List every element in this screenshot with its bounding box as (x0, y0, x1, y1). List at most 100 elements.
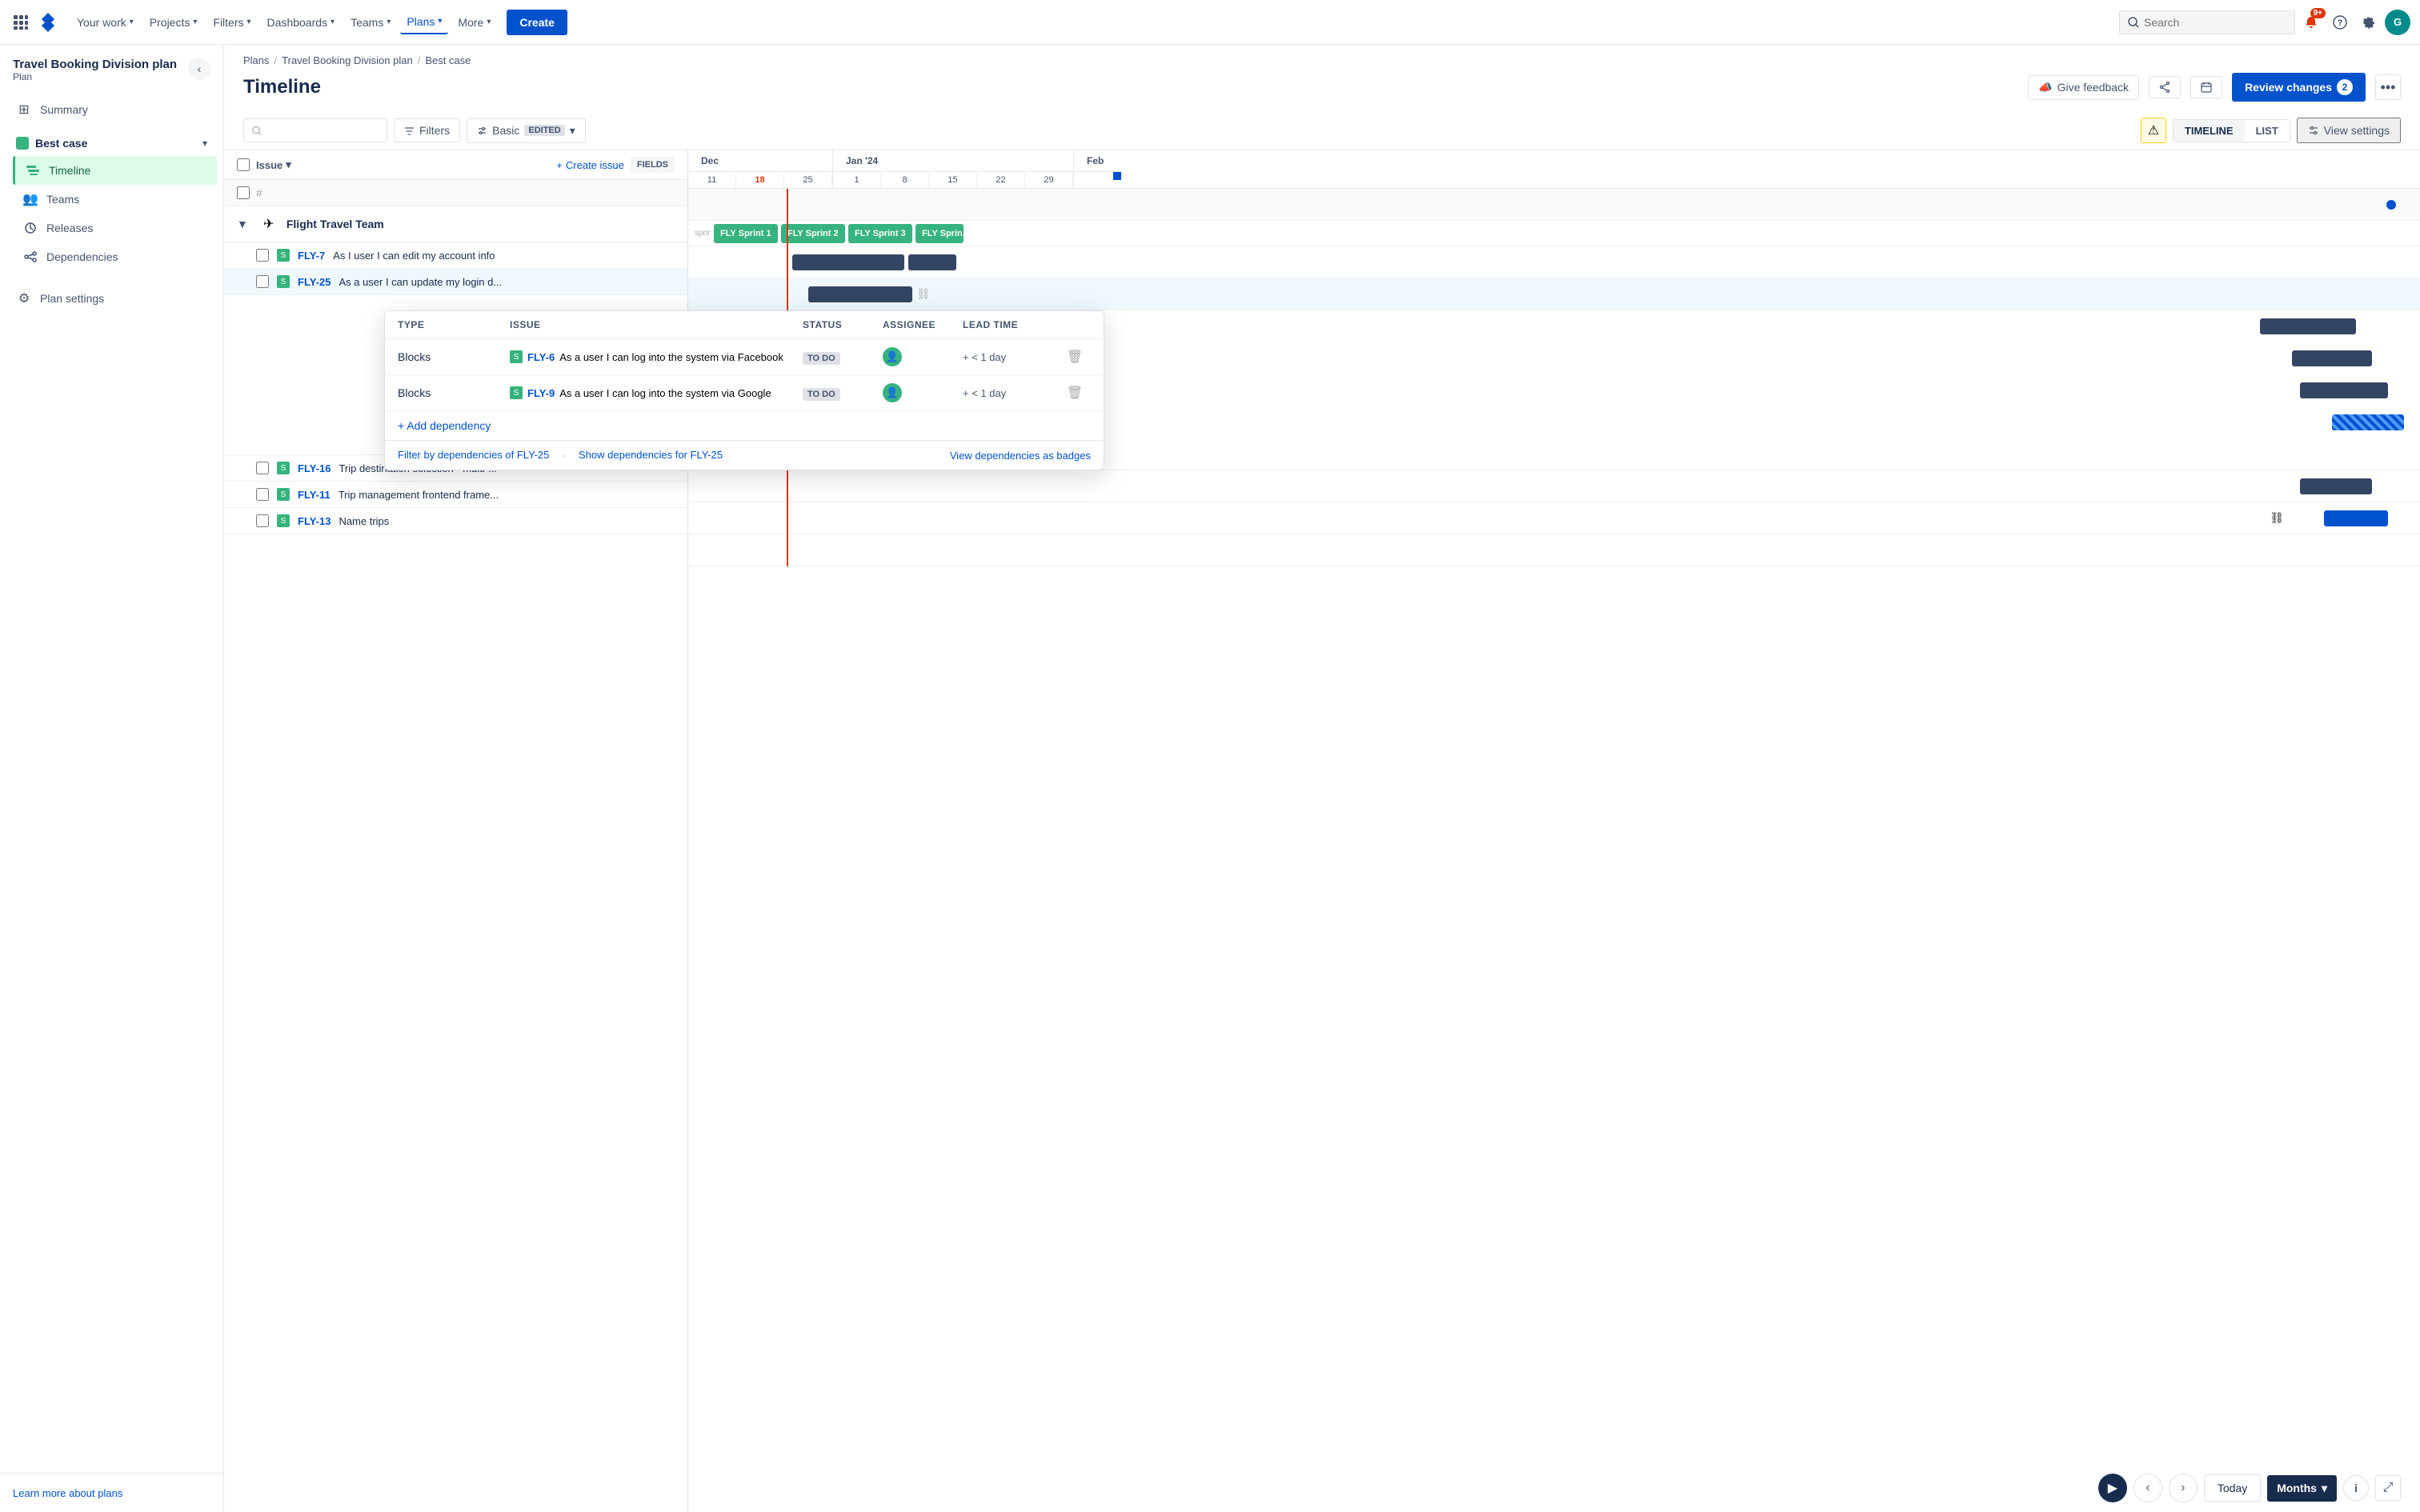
notifications-button[interactable]: 9+ (2298, 10, 2324, 35)
prev-button[interactable]: ‹ (2134, 1474, 2162, 1502)
list-view-button[interactable]: LIST (2245, 120, 2290, 142)
hash-checkbox[interactable] (237, 186, 250, 199)
view-dependencies-badges-link[interactable]: View dependencies as badges (950, 450, 1091, 462)
issue-row[interactable]: S FLY-11 Trip management frontend frame.… (224, 482, 687, 508)
issue-checkbox[interactable] (256, 275, 269, 288)
team-row[interactable]: ▼ ✈ Flight Travel Team (224, 206, 687, 242)
issue-row[interactable]: S FLY-13 Name trips (224, 508, 687, 534)
filter-by-dependencies-link[interactable]: Filter by dependencies of FLY-25 (398, 449, 549, 462)
nav-teams[interactable]: Teams ▾ (344, 11, 397, 34)
nav-plans[interactable]: Plans ▾ (400, 10, 448, 34)
bottom-navigation-bar: ▶ ‹ › Today Months ▾ i ⤢ (2079, 1464, 2420, 1512)
nav-projects[interactable]: Projects ▾ (143, 11, 204, 34)
review-changes-button[interactable]: Review changes 2 (2232, 73, 2366, 102)
delete-dependency-button[interactable]: 🗑 (1059, 385, 1091, 401)
sprint-bar[interactable]: FLY Sprin... (916, 224, 964, 243)
sidebar-item-releases[interactable]: Releases (13, 214, 217, 242)
expand-button[interactable]: ⤢ (2375, 1475, 2401, 1501)
dependencies-icon (22, 249, 38, 265)
add-dependency-button[interactable]: + Add dependency (398, 419, 491, 432)
fields-button[interactable]: FIELDS (631, 157, 675, 173)
nav-dashboards[interactable]: Dashboards ▾ (261, 11, 342, 34)
releases-icon (22, 220, 38, 236)
give-feedback-button[interactable]: 📣 Give feedback (2028, 75, 2139, 100)
issue-row[interactable]: S FLY-7 As I user I can edit my account … (224, 242, 687, 269)
gantt-bar[interactable] (908, 254, 956, 270)
sidebar-item-summary[interactable]: ⊞ Summary (6, 95, 217, 124)
help-button[interactable]: ? (2327, 10, 2353, 35)
user-avatar[interactable]: G (2385, 10, 2410, 35)
link-icon[interactable]: ⛓ (2270, 511, 2284, 525)
share-button[interactable] (2149, 76, 2181, 98)
timeline-view-button[interactable]: TIMELINE (2174, 120, 2245, 142)
nav-filters[interactable]: Filters ▾ (206, 11, 257, 34)
story-icon: S (510, 350, 523, 363)
show-dependencies-link[interactable]: Show dependencies for FLY-25 (579, 449, 723, 462)
info-button[interactable]: i (2343, 1475, 2369, 1501)
warning-icon[interactable]: ⚠ (2141, 118, 2166, 143)
view-settings-button[interactable]: View settings (2297, 118, 2401, 143)
issue-checkbox[interactable] (256, 462, 269, 474)
gantt-bar[interactable] (2260, 318, 2356, 334)
play-button[interactable]: ▶ (2098, 1474, 2127, 1502)
megaphone-icon: 📣 (2038, 81, 2052, 94)
nav-your-work[interactable]: Your work ▾ (70, 11, 140, 34)
link-icon[interactable]: ⛓ (916, 287, 931, 301)
gantt-bar[interactable] (792, 254, 904, 270)
search-icon (2128, 17, 2139, 28)
view-settings-icon (2308, 125, 2319, 136)
gantt-bar[interactable] (2300, 478, 2372, 494)
hash-row: # (224, 180, 687, 206)
issue-checkbox[interactable] (256, 514, 269, 527)
jira-logo[interactable] (35, 10, 61, 35)
breadcrumb-best-case[interactable]: Best case (425, 54, 471, 66)
create-issue-button[interactable]: + Create issue (556, 159, 624, 171)
issue-search-box[interactable] (243, 118, 387, 142)
gantt-bar[interactable] (2324, 510, 2388, 526)
next-button[interactable]: › (2169, 1474, 2198, 1502)
gantt-bar[interactable] (808, 286, 912, 302)
best-case-section[interactable]: Best case ▾ (6, 130, 217, 156)
sidebar-item-timeline[interactable]: Timeline (13, 156, 217, 185)
gantt-bar-striped[interactable] (2332, 414, 2404, 430)
issue-row[interactable]: S FLY-25 As a user I can update my login… (224, 269, 687, 295)
issue-checkbox[interactable] (256, 249, 269, 262)
more-options-button[interactable]: ••• (2375, 74, 2401, 100)
sidebar-item-plan-settings[interactable]: ⚙ Plan settings (6, 284, 217, 313)
sprint-bar[interactable]: FLY Sprint 2 (781, 224, 845, 243)
collapse-team-button[interactable]: ▼ (237, 218, 248, 230)
apps-menu-icon[interactable] (10, 11, 32, 34)
delete-dependency-button[interactable]: 🗑 (1059, 349, 1091, 365)
sprint-bar[interactable]: FLY Sprint 1 (714, 224, 778, 243)
main-content: Plans / Travel Booking Division plan / B… (224, 45, 2420, 1512)
story-icon: S (510, 386, 523, 399)
dependency-row: Blocks S FLY-6 As a user I can log into … (385, 339, 1104, 375)
breadcrumb-plans[interactable]: Plans (243, 54, 270, 66)
gantt-bar[interactable] (2300, 382, 2388, 398)
story-icon: S (277, 249, 290, 262)
nav-more[interactable]: More ▾ (451, 11, 497, 34)
basic-button[interactable]: Basic EDITED ▾ (467, 118, 586, 143)
sprint-bar[interactable]: FLY Sprint 3 (848, 224, 912, 243)
months-select-button[interactable]: Months ▾ (2267, 1475, 2337, 1502)
search-box[interactable] (2119, 10, 2295, 34)
gantt-bar[interactable] (2292, 350, 2372, 366)
collapse-sidebar-button[interactable]: ‹ (188, 58, 210, 80)
issue-column-header[interactable]: Issue ▾ (256, 158, 291, 171)
issue-search-input[interactable] (266, 124, 379, 137)
issue-checkbox[interactable] (256, 488, 269, 501)
chevron-down-icon: ▾ (193, 18, 197, 26)
calendar-icon (2201, 82, 2212, 93)
assignee-avatar: 👤 (883, 347, 902, 366)
filters-button[interactable]: Filters (394, 118, 460, 142)
calendar-button[interactable] (2190, 76, 2222, 98)
create-button[interactable]: Create (507, 10, 567, 35)
today-button[interactable]: Today (2204, 1474, 2261, 1502)
sidebar-item-teams[interactable]: 👥 Teams (13, 185, 217, 214)
search-input[interactable] (2144, 16, 2272, 29)
settings-button[interactable] (2356, 10, 2382, 35)
select-all-checkbox[interactable] (237, 158, 250, 171)
sidebar-item-dependencies[interactable]: Dependencies (13, 242, 217, 271)
breadcrumb-division-plan[interactable]: Travel Booking Division plan (282, 54, 413, 66)
learn-more-link[interactable]: Learn more about plans (13, 1487, 122, 1499)
